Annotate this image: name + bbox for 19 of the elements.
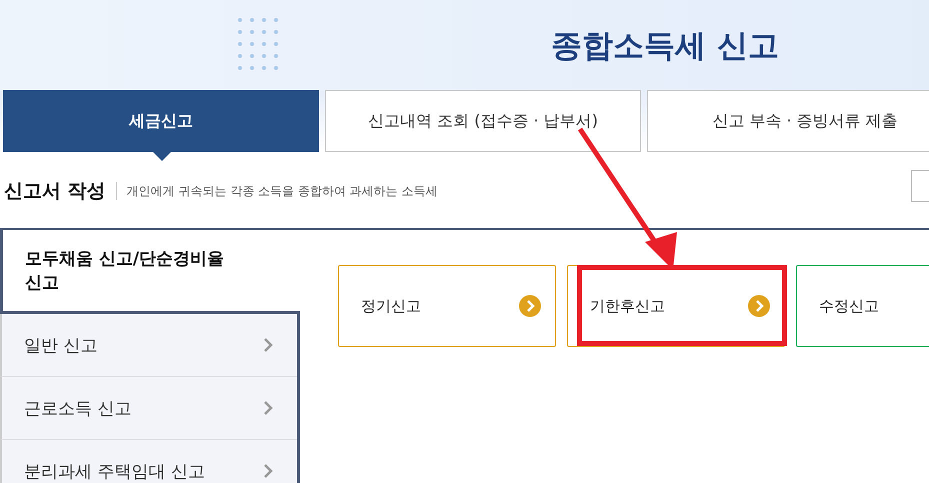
section-description: 개인에게 귀속되는 각종 소득을 종합하여 과세하는 소득세	[126, 182, 438, 200]
option-card[interactable]: 수정신고	[796, 265, 929, 347]
option-card[interactable]: 정기신고	[338, 265, 556, 347]
sidebar-item[interactable]: 근로소득 신고	[0, 377, 297, 440]
sidebar-item[interactable]: 모두채움 신고/단순경비율 신고	[0, 230, 300, 314]
tab[interactable]: 신고내역 조회 (접수증 · 납부서)	[325, 90, 641, 152]
section-title: 신고서 작성	[4, 182, 117, 200]
tab[interactable]: 신고 부속 · 증빙서류 제출	[647, 90, 929, 152]
sidebar-item[interactable]: 분리과세 주택임대 신고	[0, 440, 297, 483]
dot-grid-drawing	[238, 18, 278, 70]
chevron-right-icon	[263, 401, 273, 415]
arrow-circle-icon	[519, 295, 541, 317]
chevron-right-icon	[263, 464, 273, 478]
page-title: 종합소득세 신고	[551, 26, 779, 66]
tab-pointer-icon	[153, 152, 171, 161]
chevron-right-icon	[263, 338, 273, 352]
arrow-circle-icon	[748, 295, 770, 317]
sidebar-item[interactable]: 일반 신고	[0, 314, 297, 377]
tab[interactable]: 세금신고	[3, 90, 319, 152]
